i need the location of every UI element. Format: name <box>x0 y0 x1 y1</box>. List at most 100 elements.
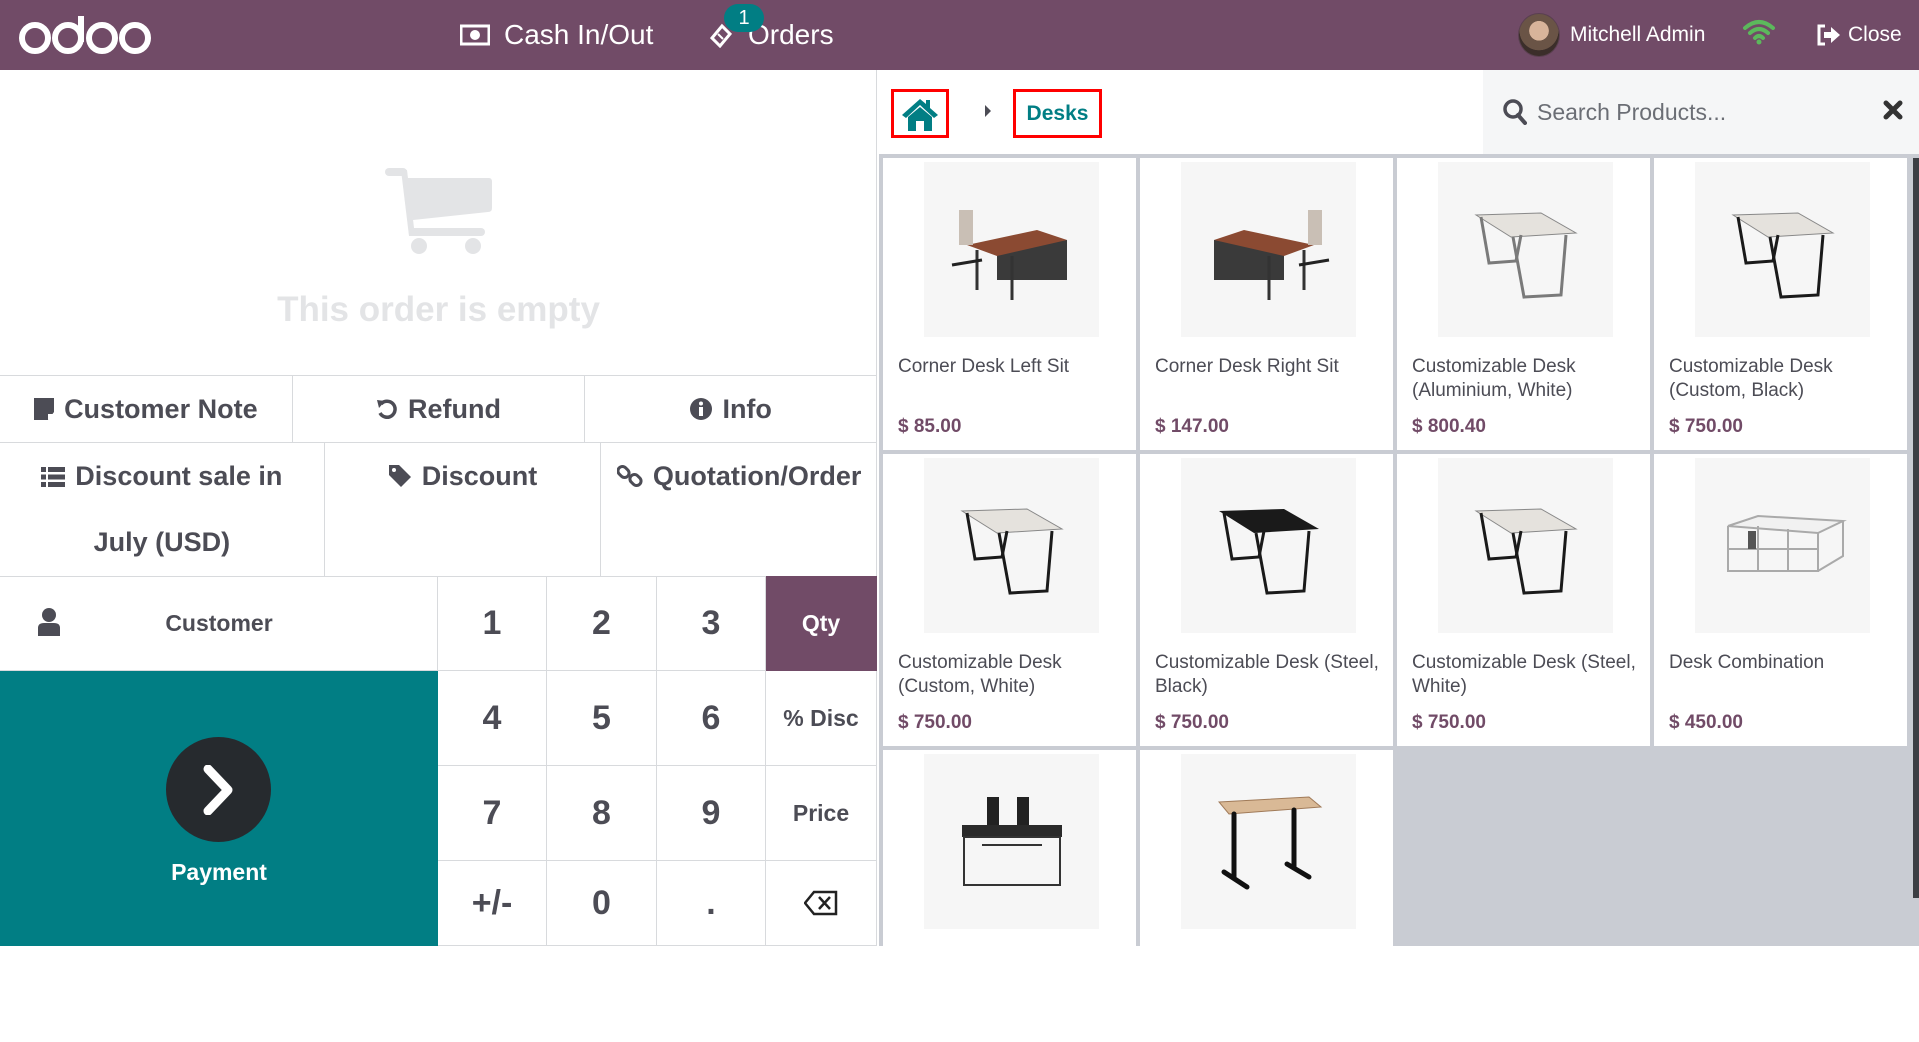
numpad-key-5[interactable]: 5 <box>547 671 657 766</box>
order-panel: This order is empty Customer Note Refund… <box>0 70 878 946</box>
close-label: Close <box>1848 23 1902 46</box>
product-image-corner-desk-right <box>1181 162 1356 337</box>
user-menu[interactable]: Mitchell Admin <box>1518 0 1705 70</box>
product-price: $ 147.00 <box>1155 416 1229 437</box>
customer-note-button[interactable]: Customer Note <box>0 376 293 443</box>
refund-button[interactable]: Refund <box>292 376 586 443</box>
product-card[interactable]: Customizable Desk (Steel, Black) $ 750.0… <box>1140 454 1393 746</box>
discount-button[interactable]: Discount <box>324 443 602 577</box>
product-image-corner-desk-left <box>924 162 1099 337</box>
cash-in-out-button[interactable]: Cash In/Out <box>460 0 653 70</box>
tag-icon <box>388 443 412 509</box>
product-screen: Desks Corner Desk Left Sit $ 85.00 Corne… <box>879 70 1919 1042</box>
numpad-key-7[interactable]: 7 <box>438 766 547 861</box>
product-price: $ 800.40 <box>1412 416 1486 437</box>
product-image-desk-combination <box>1695 458 1870 633</box>
customer-note-label: Customer Note <box>64 394 258 424</box>
discount-label: Discount <box>421 461 538 491</box>
product-price: $ 750.00 <box>1155 712 1229 733</box>
product-price: $ 750.00 <box>1412 712 1486 733</box>
connection-status[interactable] <box>1742 0 1776 70</box>
product-name: Customizable Desk (Steel, Black) <box>1155 652 1379 697</box>
empty-order-message: This order is empty <box>277 290 600 329</box>
sticky-note-icon <box>34 376 55 442</box>
clear-search-icon[interactable] <box>1883 100 1903 125</box>
product-card[interactable]: Corner Desk Right Sit $ 147.00 <box>1140 158 1393 450</box>
wifi-icon <box>1742 19 1776 52</box>
list-icon <box>41 467 66 487</box>
home-category-button[interactable] <box>891 89 949 138</box>
product-card[interactable] <box>883 750 1136 1042</box>
discount-sale-label: Discount sale in July (USD) <box>75 461 283 557</box>
numpad-key-3[interactable]: 3 <box>657 576 766 671</box>
product-card[interactable]: Customizable Desk (Custom, White) $ 750.… <box>883 454 1136 746</box>
discount-sale-program-button[interactable]: Discount sale in July (USD) <box>0 443 325 577</box>
product-name: Customizable Desk (Steel, White) <box>1412 652 1636 697</box>
top-navbar: Cash In/Out Orders 1 Mitchell Admin Clos… <box>0 0 1919 70</box>
product-name: Desk Combination <box>1669 652 1825 673</box>
mode-price-button[interactable]: Price <box>766 766 877 861</box>
close-session-button[interactable]: Close <box>1816 0 1902 70</box>
product-card[interactable] <box>1140 750 1393 1042</box>
search-products-input[interactable] <box>1537 98 1867 126</box>
info-label: Info <box>722 394 772 424</box>
link-icon <box>616 443 643 509</box>
info-button[interactable]: Info <box>585 376 878 443</box>
product-image-desk-aluminium-white <box>1438 162 1613 337</box>
product-card[interactable]: Customizable Desk (Custom, Black) $ 750.… <box>1654 158 1907 450</box>
breadcrumb-separator-icon <box>983 103 993 124</box>
avatar <box>1518 13 1560 57</box>
user-name: Mitchell Admin <box>1570 23 1706 46</box>
product-image-desk-custom-black <box>1695 162 1870 337</box>
cash-in-out-label: Cash In/Out <box>504 19 654 50</box>
product-search <box>1483 70 1919 154</box>
product-name: Customizable Desk (Aluminium, White) <box>1412 356 1576 401</box>
numpad-key-9[interactable]: 9 <box>657 766 766 861</box>
product-name: Corner Desk Left Sit <box>898 356 1070 377</box>
product-image-desk-steel-white <box>1438 458 1613 633</box>
numpad-key-2[interactable]: 2 <box>547 576 657 671</box>
customer-label: Customer <box>165 609 273 636</box>
numpad-key-8[interactable]: 8 <box>547 766 657 861</box>
numpad-area: Customer Payment 1 2 3 Qty 4 5 6 % Disc … <box>0 576 877 946</box>
refund-label: Refund <box>408 394 501 424</box>
control-buttons: Customer Note Refund Info Discount sale … <box>0 375 878 577</box>
chevron-right-icon <box>203 764 232 815</box>
numpad-key-6[interactable]: 6 <box>657 671 766 766</box>
payment-label: Payment <box>171 859 267 885</box>
backspace-button[interactable] <box>766 861 877 946</box>
numpad-key-4[interactable]: 4 <box>438 671 547 766</box>
sign-out-icon <box>1816 23 1842 47</box>
product-card[interactable]: Customizable Desk (Steel, White) $ 750.0… <box>1397 454 1650 746</box>
product-card[interactable]: Customizable Desk (Aluminium, White) $ 8… <box>1397 158 1650 450</box>
mode-qty-button[interactable]: Qty <box>766 576 877 671</box>
mode-discount-button[interactable]: % Disc <box>766 671 877 766</box>
product-price: $ 450.00 <box>1669 712 1743 733</box>
product-price: $ 750.00 <box>898 712 972 733</box>
numpad-key-0[interactable]: 0 <box>547 861 657 946</box>
product-name: Customizable Desk (Custom, White) <box>898 652 1062 697</box>
quotation-order-button[interactable]: Quotation/Order <box>601 443 878 577</box>
breadcrumb-desks[interactable]: Desks <box>1013 89 1102 138</box>
numpad-keys: 1 2 3 Qty 4 5 6 % Disc 7 8 9 Price +/- 0… <box>438 576 877 946</box>
product-name: Customizable Desk (Custom, Black) <box>1669 356 1833 401</box>
search-icon <box>1503 99 1527 125</box>
backspace-icon <box>804 890 838 916</box>
product-image-desk-dual-monitor <box>924 754 1099 929</box>
payment-button[interactable]: Payment <box>0 671 438 946</box>
product-card[interactable]: Corner Desk Left Sit $ 85.00 <box>883 158 1136 450</box>
numpad-key-decimal[interactable]: . <box>657 861 766 946</box>
product-list-scrollbar[interactable] <box>1913 158 1919 898</box>
product-list: Corner Desk Left Sit $ 85.00 Corner Desk… <box>883 158 1911 1042</box>
odoo-logo <box>18 12 153 61</box>
product-card[interactable]: Desk Combination $ 450.00 <box>1654 454 1907 746</box>
set-customer-button[interactable]: Customer <box>0 576 438 671</box>
numpad-key-1[interactable]: 1 <box>438 576 547 671</box>
home-icon <box>902 98 938 131</box>
numpad-key-plus-minus[interactable]: +/- <box>438 861 547 946</box>
quotation-order-label: Quotation/Order <box>652 461 862 491</box>
product-image-standing-desk <box>1181 754 1356 929</box>
product-toolbar: Desks <box>879 70 1919 154</box>
undo-icon <box>376 376 398 442</box>
payment-arrow <box>166 737 271 842</box>
